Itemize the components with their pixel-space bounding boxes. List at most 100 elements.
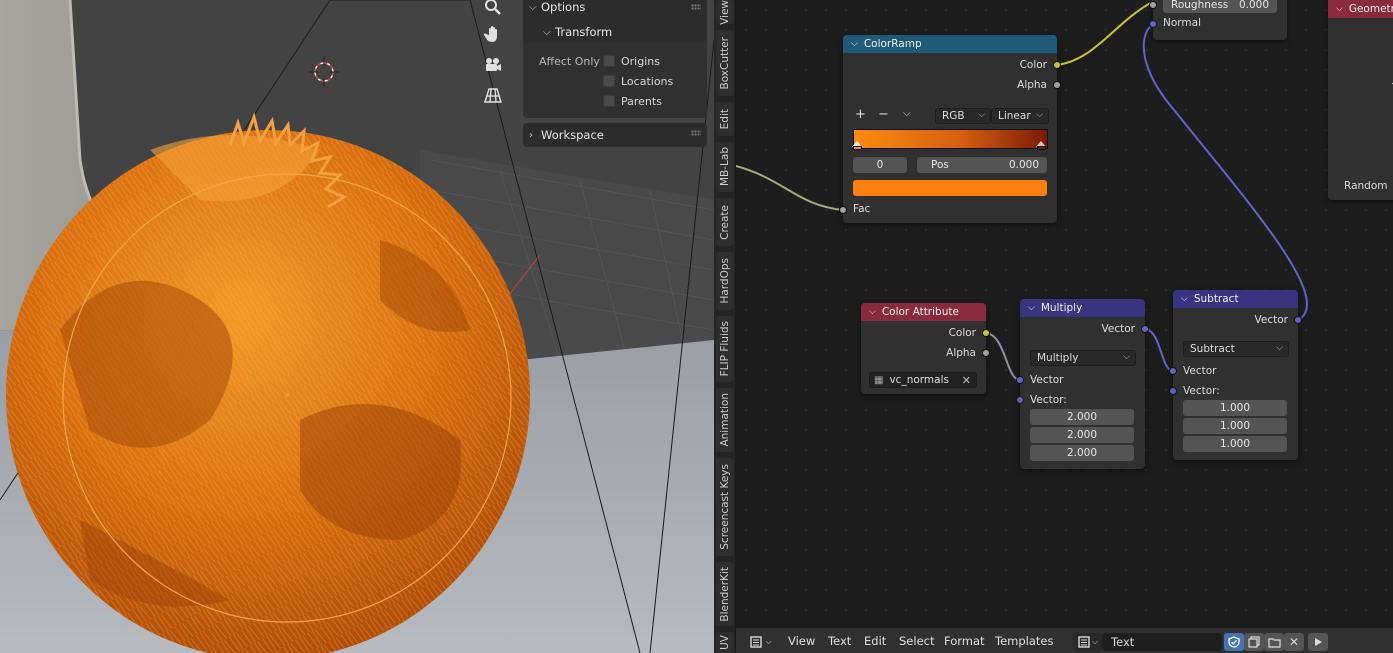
- tab-uv[interactable]: UV: [716, 632, 734, 653]
- chevron-down-icon: ⌵: [978, 110, 985, 120]
- locations-checkbox[interactable]: Locations: [603, 72, 673, 90]
- multiply-operation-select[interactable]: Multiply ⌵: [1030, 350, 1136, 366]
- stop-position-field[interactable]: Pos 0.000: [917, 157, 1047, 173]
- options-title: Options: [541, 0, 586, 14]
- workspace-panel[interactable]: › Workspace: [523, 123, 707, 147]
- menu-view[interactable]: View: [788, 634, 815, 648]
- tab-view[interactable]: View: [716, 0, 734, 24]
- text-editor-header: ⌵ View Text Edit Select Format Templates…: [736, 627, 1393, 653]
- menu-templates[interactable]: Templates: [995, 634, 1053, 648]
- color-attribute-layer-field[interactable]: ▦ vc_normals ✕: [869, 372, 977, 388]
- subtract-y-field[interactable]: 1.000: [1183, 418, 1287, 434]
- tab-flip-fluids[interactable]: FLIP Fluids: [716, 316, 734, 382]
- chevron-down-icon[interactable]: ⌵: [903, 108, 911, 119]
- transform-header[interactable]: ⌵ Transform: [537, 22, 612, 42]
- colorramp-mode-select[interactable]: RGB ⌵: [935, 108, 991, 124]
- node-color-attribute-header[interactable]: ⌵ Color Attribute: [861, 303, 986, 321]
- remove-stop-button[interactable]: −: [878, 107, 889, 122]
- node-principled-partial[interactable]: Roughness 0.000 Normal: [1149, 0, 1287, 40]
- camera-icon[interactable]: [480, 52, 506, 78]
- parents-checkbox[interactable]: Parents: [603, 92, 662, 110]
- drag-grip-icon[interactable]: [691, 130, 701, 136]
- stop-index-field[interactable]: 0: [853, 157, 907, 173]
- socket-colorramp-fac[interactable]: [839, 206, 847, 214]
- node-subtract-header[interactable]: ⌵ Subtract: [1173, 290, 1298, 308]
- chevron-down-icon: ⌵: [869, 307, 876, 317]
- node-multiply[interactable]: ⌵ Multiply Vector Multiply ⌵ Vector Vecto…: [1016, 299, 1149, 469]
- chevron-down-icon: ⌵: [1036, 110, 1043, 120]
- tab-boxcutter[interactable]: BoxCutter: [716, 30, 734, 96]
- options-header[interactable]: ⌵ Options: [523, 0, 585, 17]
- tab-blenderkit[interactable]: BlenderKit: [716, 562, 734, 626]
- menu-select[interactable]: Select: [899, 634, 934, 648]
- menu-format[interactable]: Format: [944, 634, 985, 648]
- editor-type-menu[interactable]: ⌵: [748, 633, 774, 651]
- zoom-icon[interactable]: [480, 0, 506, 20]
- origins-checkbox[interactable]: Origins: [603, 52, 660, 70]
- run-script-play-icon[interactable]: [1308, 633, 1328, 651]
- socket-colorramp-alpha[interactable]: [1053, 81, 1061, 89]
- node-colorramp[interactable]: ⌵ ColorRamp Color Alpha + − ⌵ RGB ⌵ Linea…: [839, 35, 1061, 223]
- node-geometry[interactable]: ⌵ Geometr Tr Random: [1328, 0, 1393, 200]
- node-color-attribute-title: Color Attribute: [881, 306, 959, 318]
- tab-mb-lab[interactable]: MB-Lab: [716, 142, 734, 192]
- node-multiply-header[interactable]: ⌵ Multiply: [1020, 299, 1145, 317]
- color-ramp-gradient[interactable]: [853, 129, 1048, 149]
- socket-multiply-in1[interactable]: [1016, 376, 1024, 384]
- colorramp-color-out-label: Color: [1019, 59, 1047, 71]
- socket-subtract-out[interactable]: [1294, 316, 1302, 324]
- checkbox-box[interactable]: [603, 95, 615, 107]
- socket-multiply-out[interactable]: [1141, 325, 1149, 333]
- grid-icon[interactable]: [480, 82, 506, 108]
- browse-text-button[interactable]: ⌵: [1074, 633, 1102, 651]
- multiply-x-field[interactable]: 2.000: [1030, 409, 1134, 425]
- checkbox-box[interactable]: [603, 55, 615, 67]
- node-subtract[interactable]: ⌵ Subtract Vector Subtract ⌵ Vector Vecto…: [1169, 290, 1302, 460]
- close-icon[interactable]: ✕: [962, 374, 971, 387]
- fake-user-shield-icon[interactable]: [1224, 633, 1244, 651]
- multiply-z-field[interactable]: 2.000: [1030, 445, 1134, 461]
- multiply-y-field[interactable]: 2.000: [1030, 427, 1134, 443]
- socket-subtract-in2[interactable]: [1169, 387, 1177, 395]
- pan-hand-icon[interactable]: [480, 21, 506, 47]
- options-panel: ⌵ Options ⌵ Transform Affect Only Origin…: [523, 0, 707, 118]
- unlink-close-icon[interactable]: ✕: [1284, 633, 1304, 651]
- subtract-operation-select[interactable]: Subtract ⌵: [1183, 341, 1289, 357]
- node-editor[interactable]: Roughness 0.000 Normal ⌵ Geometr Tr Rand…: [736, 0, 1393, 627]
- node-color-attribute[interactable]: ⌵ Color Attribute Color Alpha ▦ vc_norma…: [861, 303, 990, 394]
- socket-subtract-in1[interactable]: [1169, 367, 1177, 375]
- tab-hardops[interactable]: HardOps: [716, 252, 734, 310]
- checkbox-box[interactable]: [603, 75, 615, 87]
- chevron-down-icon: ⌵: [851, 39, 858, 49]
- node-geometry-header[interactable]: ⌵ Geometr: [1328, 0, 1393, 18]
- tab-edit[interactable]: Edit: [716, 102, 734, 136]
- socket-color-attribute-color[interactable]: [982, 329, 990, 337]
- node-colorramp-header[interactable]: ⌵ ColorRamp: [843, 35, 1057, 53]
- text-name-field[interactable]: Text: [1102, 633, 1222, 651]
- color-attribute-alpha-label: Alpha: [946, 347, 976, 359]
- tab-screencast-keys[interactable]: Screencast Keys: [716, 458, 734, 556]
- chevron-down-icon: ⌵: [1028, 303, 1035, 313]
- socket-color-attribute-alpha[interactable]: [982, 349, 990, 357]
- subtract-x-field[interactable]: 1.000: [1183, 400, 1287, 416]
- roughness-field[interactable]: Roughness 0.000: [1163, 0, 1277, 13]
- menu-edit[interactable]: Edit: [864, 634, 886, 648]
- drag-grip-icon[interactable]: [691, 4, 701, 10]
- 3d-viewport[interactable]: ⌵ Options ⌵ Transform Affect Only Origin…: [0, 0, 714, 653]
- socket-colorramp-color[interactable]: [1053, 61, 1061, 69]
- colorramp-interpolation-select[interactable]: Linear ⌵: [991, 108, 1049, 124]
- subtract-z-field[interactable]: 1.000: [1183, 436, 1287, 452]
- new-text-copy-icon[interactable]: [1244, 633, 1264, 651]
- tab-create[interactable]: Create: [716, 198, 734, 246]
- workspace-header[interactable]: › Workspace: [523, 125, 604, 145]
- sidebar-tabs: View BoxCutter Edit MB-Lab Create HardOp…: [714, 0, 736, 653]
- node-colorramp-title: ColorRamp: [863, 38, 922, 50]
- socket-roughness[interactable]: [1149, 1, 1157, 9]
- tab-animation[interactable]: Animation: [716, 388, 734, 452]
- add-stop-button[interactable]: +: [855, 107, 866, 122]
- menu-text[interactable]: Text: [828, 634, 851, 648]
- stop-color-swatch[interactable]: [853, 180, 1047, 196]
- open-folder-icon[interactable]: [1264, 633, 1284, 651]
- socket-normal[interactable]: [1149, 20, 1157, 28]
- socket-multiply-in2[interactable]: [1016, 396, 1024, 404]
